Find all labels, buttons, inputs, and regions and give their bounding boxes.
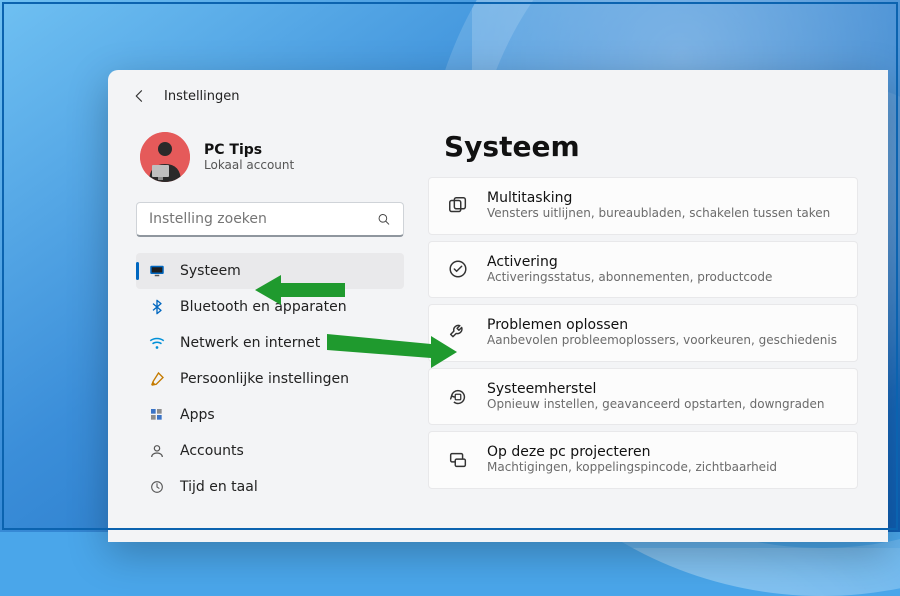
sidebar-item-network[interactable]: Netwerk en internet xyxy=(136,325,404,361)
avatar xyxy=(140,132,190,182)
back-button[interactable] xyxy=(130,86,150,106)
apps-icon xyxy=(148,406,166,424)
header: Instellingen xyxy=(108,70,888,112)
option-title: Systeemherstel xyxy=(487,381,825,397)
sidebar-item-label: Tijd en taal xyxy=(180,479,258,495)
brush-icon xyxy=(148,370,166,388)
option-project[interactable]: Op deze pc projecteren Machtigingen, kop… xyxy=(428,431,858,489)
project-icon xyxy=(447,449,469,471)
option-desc: Activeringsstatus, abonnementen, product… xyxy=(487,270,772,286)
back-arrow-icon xyxy=(131,87,149,105)
option-title: Op deze pc projecteren xyxy=(487,444,777,460)
sidebar-item-bluetooth[interactable]: Bluetooth en apparaten xyxy=(136,289,404,325)
option-activation[interactable]: Activering Activeringsstatus, abonnement… xyxy=(428,241,858,299)
search-icon xyxy=(377,212,391,227)
person-icon xyxy=(148,442,166,460)
sidebar: PC Tips Lokaal account Systeem Bluetooth… xyxy=(108,112,418,542)
profile: PC Tips Lokaal account xyxy=(136,128,404,194)
option-troubleshoot[interactable]: Problemen oplossen Aanbevolen probleemop… xyxy=(428,304,858,362)
window-title: Instellingen xyxy=(164,89,240,104)
settings-window: Instellingen PC Tips Lokaal account xyxy=(108,70,888,542)
sidebar-item-personalization[interactable]: Persoonlijke instellingen xyxy=(136,361,404,397)
sidebar-item-time-language[interactable]: Tijd en taal xyxy=(136,469,404,505)
bluetooth-icon xyxy=(148,298,166,316)
search-input[interactable] xyxy=(149,211,377,227)
sidebar-item-label: Systeem xyxy=(180,263,241,279)
sidebar-item-label: Bluetooth en apparaten xyxy=(180,299,347,315)
check-circle-icon xyxy=(447,258,469,280)
option-desc: Opnieuw instellen, geavanceerd opstarten… xyxy=(487,397,825,413)
multitasking-icon xyxy=(447,195,469,217)
sidebar-item-label: Netwerk en internet xyxy=(180,335,320,351)
wrench-icon xyxy=(447,322,469,344)
option-desc: Machtigingen, koppelingspincode, zichtba… xyxy=(487,460,777,476)
option-desc: Aanbevolen probleemoplossers, voorkeuren… xyxy=(487,333,837,349)
avatar-image-icon xyxy=(140,132,190,182)
main-panel: Systeem Multitasking Vensters uitlijnen,… xyxy=(418,112,888,542)
option-title: Problemen oplossen xyxy=(487,317,837,333)
sidebar-item-apps[interactable]: Apps xyxy=(136,397,404,433)
sidebar-item-label: Persoonlijke instellingen xyxy=(180,371,349,387)
clock-globe-icon xyxy=(148,478,166,496)
option-title: Activering xyxy=(487,254,772,270)
sidebar-item-label: Accounts xyxy=(180,443,244,459)
sidebar-item-system[interactable]: Systeem xyxy=(136,253,404,289)
option-recovery[interactable]: Systeemherstel Opnieuw instellen, geavan… xyxy=(428,368,858,426)
option-title: Multitasking xyxy=(487,190,830,206)
profile-subtitle: Lokaal account xyxy=(204,158,294,172)
sidebar-item-label: Apps xyxy=(180,407,215,423)
wifi-icon xyxy=(148,334,166,352)
profile-name: PC Tips xyxy=(204,142,294,158)
page-title: Systeem xyxy=(428,124,858,177)
recovery-icon xyxy=(447,386,469,408)
search-box[interactable] xyxy=(136,202,404,237)
monitor-icon xyxy=(148,262,166,280)
option-multitasking[interactable]: Multitasking Vensters uitlijnen, bureaub… xyxy=(428,177,858,235)
option-desc: Vensters uitlijnen, bureaubladen, schake… xyxy=(487,206,830,222)
sidebar-item-accounts[interactable]: Accounts xyxy=(136,433,404,469)
